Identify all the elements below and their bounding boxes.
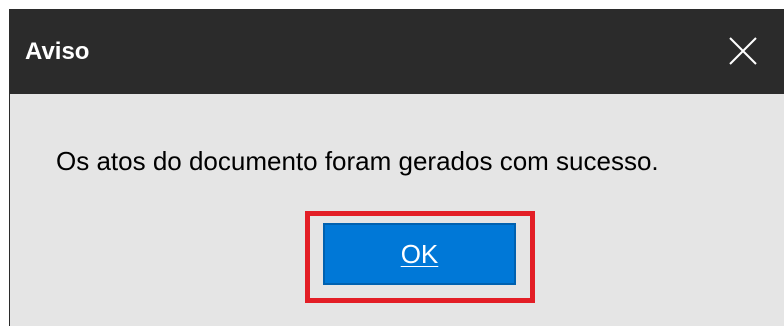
close-icon: [729, 37, 757, 65]
ok-button[interactable]: OK: [323, 223, 516, 285]
dialog-title: Aviso: [25, 38, 90, 65]
message-dialog: Aviso Os atos do documento foram gerados…: [9, 9, 784, 326]
dialog-message: Os atos do documento foram gerados com s…: [56, 146, 659, 176]
dialog-content: Os atos do documento foram gerados com s…: [10, 94, 784, 326]
title-bar[interactable]: Aviso: [10, 9, 784, 94]
close-button[interactable]: [711, 19, 775, 83]
